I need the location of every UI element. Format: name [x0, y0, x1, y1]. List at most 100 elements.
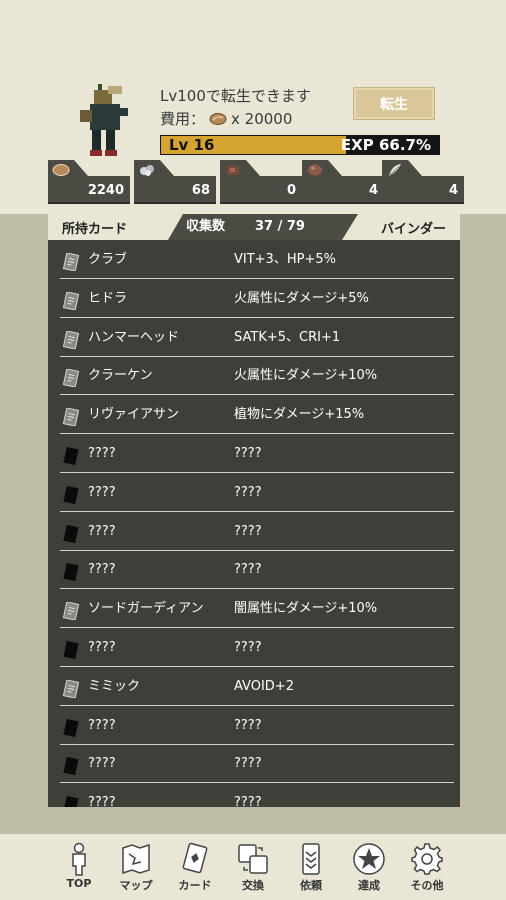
card-row[interactable]: ????????	[60, 550, 454, 590]
rank-icon	[302, 843, 320, 875]
nav-label: TOP	[66, 877, 92, 890]
gear-icon	[411, 843, 443, 875]
card-unknown-icon	[63, 796, 79, 807]
card-name: ????	[88, 795, 116, 807]
nav-top[interactable]: TOP	[51, 842, 107, 898]
card-name: ????	[88, 562, 116, 578]
bottom-nav: TOP マップ カード 交換 依頼 達成 その他	[0, 834, 506, 900]
star-icon	[353, 843, 385, 875]
rebirth-cost: 費用： x 20000	[160, 108, 292, 129]
card-icon	[182, 842, 208, 874]
cost-value: x 20000	[231, 109, 293, 128]
nav-label: マップ	[119, 879, 153, 892]
card-unknown-icon	[63, 447, 79, 465]
resource-meat: 0	[220, 160, 302, 204]
card-name: クラーケン	[88, 368, 153, 384]
card-icon	[63, 291, 79, 310]
card-unknown-icon	[63, 485, 79, 504]
card-effect: ????	[234, 562, 262, 578]
card-name: ????	[88, 484, 116, 500]
card-icon	[63, 408, 79, 427]
nav-label: 依頼	[300, 879, 322, 892]
exp-bar: Lv 16 EXP 66.7%	[160, 135, 440, 155]
collection-label: 収集数	[186, 219, 226, 234]
nav-request[interactable]: 依頼	[283, 842, 339, 898]
card-list[interactable]: クラブ VIT+3、HP+5% ヒドラ 火属性にダメージ+5% ハンマーヘッド SATK+…	[48, 240, 460, 807]
card-row[interactable]: ????????	[60, 628, 454, 667]
nav-label: その他	[410, 879, 444, 892]
level-text: Lv 16	[169, 136, 215, 154]
card-effect: ????	[234, 446, 262, 461]
card-tabs: 所持カード 収集数 37 / 79 バインダー	[48, 214, 460, 240]
resource-value: 0	[286, 183, 296, 198]
card-effect: ????	[234, 523, 262, 539]
card-name: リヴァイアサン	[88, 407, 180, 423]
card-icon	[63, 602, 79, 621]
card-row[interactable]: ソードガーディアン 闇属性にダメージ+10%	[60, 589, 454, 629]
rebirth-button[interactable]: 転生	[353, 87, 435, 120]
card-effect: ????	[234, 484, 262, 500]
card-effect: AVOID+2	[234, 678, 294, 694]
card-row[interactable]: ????????	[60, 512, 454, 551]
card-effect: ????	[234, 640, 262, 655]
card-unknown-icon	[63, 563, 79, 582]
nav-exchange[interactable]: 交換	[225, 842, 281, 898]
card-name: ????	[88, 640, 116, 655]
character-avatar	[80, 84, 128, 156]
resource-value: 68	[191, 183, 210, 198]
card-row[interactable]: リヴァイアサン 植物にダメージ+15%	[60, 395, 454, 435]
feather-icon	[388, 164, 401, 177]
resource-egg: 4	[302, 160, 384, 204]
resource-value: 4	[448, 183, 458, 198]
tab-binder[interactable]: バインダー	[342, 214, 460, 240]
card-row[interactable]: ????????	[60, 783, 454, 807]
nav-card[interactable]: カード	[167, 842, 223, 898]
card-icon	[63, 679, 79, 698]
exchange-icon	[238, 844, 268, 874]
egg-icon	[308, 164, 322, 176]
rebirth-requirement: Lv100で転生できます	[160, 87, 311, 105]
nav-label: カード	[178, 879, 212, 892]
card-row[interactable]: ????????	[60, 744, 454, 784]
card-name: ????	[88, 446, 116, 461]
cost-label: 費用：	[160, 110, 206, 128]
resource-feather: 4	[382, 160, 464, 204]
card-name: ハンマーヘッド	[88, 329, 180, 345]
resource-value: 2240	[87, 183, 124, 198]
card-effect: 火属性にダメージ+10%	[234, 368, 378, 384]
seed-icon	[209, 112, 227, 125]
card-unknown-icon	[63, 524, 79, 543]
card-name: ソードガーディアン	[88, 601, 204, 617]
card-row[interactable]: クラブ VIT+3、HP+5%	[60, 240, 454, 279]
card-row[interactable]: ハンマーヘッド SATK+5、CRI+1	[60, 318, 454, 357]
nav-achievement[interactable]: 達成	[341, 842, 397, 898]
card-effect: ????	[234, 717, 262, 733]
card-effect: VIT+3、HP+5%	[234, 252, 336, 267]
card-unknown-icon	[63, 641, 79, 659]
meat-icon	[227, 166, 239, 175]
card-row[interactable]: ミミック AVOID+2	[60, 667, 454, 706]
card-effect: SATK+5、CRI+1	[234, 329, 341, 345]
card-icon	[63, 330, 79, 349]
resource-ore: 68	[134, 160, 216, 204]
nav-label: 交換	[242, 879, 264, 892]
tab-owned-cards[interactable]: 所持カード	[48, 214, 183, 240]
nav-map[interactable]: マップ	[108, 842, 164, 898]
card-row[interactable]: ヒドラ 火属性にダメージ+5%	[60, 279, 454, 318]
card-effect: 植物にダメージ+15%	[234, 407, 365, 423]
seed-icon	[52, 164, 70, 176]
card-effect: 火属性にダメージ+5%	[234, 290, 369, 306]
card-name: クラブ	[88, 252, 128, 267]
status-header: Lv100で転生できます 費用： x 20000 転生 Lv 16 EXP 66…	[0, 0, 506, 214]
ore-icon	[140, 165, 154, 176]
card-row[interactable]: ????????	[60, 706, 454, 745]
card-name: ????	[88, 717, 116, 733]
nav-label: 達成	[358, 879, 380, 892]
card-row[interactable]: ????????	[60, 434, 454, 473]
collection-count: 37 / 79	[255, 219, 305, 234]
card-name: ????	[88, 756, 116, 772]
card-icon	[63, 253, 79, 271]
card-row[interactable]: クラーケン 火属性にダメージ+10%	[60, 356, 454, 396]
nav-other[interactable]: その他	[399, 842, 455, 898]
card-row[interactable]: ????????	[60, 473, 454, 512]
